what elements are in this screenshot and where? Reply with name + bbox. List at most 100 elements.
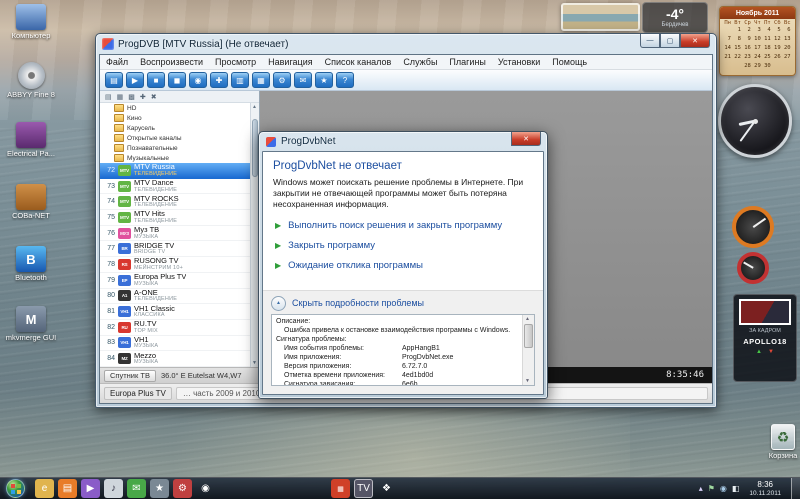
command-link[interactable]: ▶ Закрыть программу (271, 236, 537, 256)
maximize-button[interactable] (660, 34, 680, 48)
clock-center (753, 119, 758, 124)
menu-item[interactable]: Помощь (546, 57, 593, 67)
tray-clock[interactable]: 8:36 10.11.2011 (744, 480, 786, 498)
panel-tool-button[interactable]: ✖ (151, 93, 157, 101)
up-arrow-icon: ▲ (756, 349, 762, 355)
desktop-icon-recycle-bin[interactable]: ♻ Корзина (754, 424, 800, 461)
tray-icon[interactable]: ⚑ (708, 484, 715, 493)
command-link[interactable]: ▶ Ожидание отклика программы (271, 256, 537, 276)
toolbar-button[interactable]: ✚ (210, 72, 228, 88)
channel-panel-body: HD Кино Карусель (100, 103, 259, 367)
menu-item[interactable]: Плагины (443, 57, 491, 67)
taskbar-app-icon[interactable]: ◉ (196, 479, 215, 498)
menu-item[interactable]: Файл (100, 57, 134, 67)
channel-subtitle: МУЗЫКА (134, 360, 158, 366)
channel-group-row[interactable]: Познавательные (100, 143, 250, 153)
taskbar-app-icon[interactable]: ✉ (127, 479, 146, 498)
start-button[interactable] (6, 479, 25, 498)
taskbar-app-icon[interactable]: ⚙ (173, 479, 192, 498)
desktop-icon-bluetooth[interactable]: B Bluetooth (2, 246, 60, 283)
tray-icon[interactable]: ▴ (699, 484, 703, 493)
detail-value: ProgDvbNet.exe (402, 353, 453, 362)
slideshow-gadget[interactable] (561, 3, 640, 31)
panel-tool-button[interactable]: ▩ (128, 93, 135, 101)
channel-group-row[interactable]: HD (100, 103, 250, 113)
panel-tool-button[interactable]: ▤ (105, 93, 112, 101)
close-button[interactable] (680, 34, 710, 48)
channel-row[interactable]: 81 VH1 VH1 Classic КЛАССИКА (100, 304, 250, 320)
toolbar-button[interactable]: ✉ (294, 72, 312, 88)
command-link[interactable]: ▶ Выполнить поиск решения и закрыть прог… (271, 216, 537, 236)
calendar-gadget[interactable]: Ноябрь 2011 Пн Вт Ср Чт Пт Сб Вс 1 2 3 4… (719, 6, 796, 76)
taskbar-app-icon[interactable]: ▦ (331, 479, 350, 498)
clock-gadget[interactable] (718, 84, 792, 158)
minimize-button[interactable] (640, 34, 660, 48)
scrollbar-thumb[interactable] (524, 324, 533, 348)
show-desktop-button[interactable] (791, 478, 800, 499)
panel-tool-button[interactable]: ▦ (117, 93, 124, 101)
toolbar-button[interactable]: ? (336, 72, 354, 88)
desktop-icon-abbyy[interactable]: ABBYY Fine 8 (2, 62, 60, 100)
cpu-meter-gadget[interactable] (724, 206, 782, 292)
taskbar-app-icon[interactable]: e (35, 479, 54, 498)
details-expander[interactable]: ▲ Скрыть подробности проблемы (271, 294, 535, 312)
menu-item[interactable]: Навигация (262, 57, 318, 67)
menu-item[interactable]: Службы (397, 57, 443, 67)
desktop-icon-computer[interactable]: Компьютер (2, 4, 60, 41)
dialog-titlebar[interactable]: ProgDvbNet (259, 132, 547, 151)
channel-row[interactable]: 80 A1 A-ONE ТЕЛЕВИДЕНИЕ (100, 289, 250, 305)
toolbar-button[interactable]: ◼ (168, 72, 186, 88)
toolbar-button[interactable]: ▤ (105, 72, 123, 88)
taskbar-app-icon[interactable]: TV (354, 479, 373, 498)
app-icon: M (16, 306, 46, 332)
channel-row[interactable]: 73 MTV MTV Dance ТЕЛЕВИДЕНИЕ (100, 179, 250, 195)
channel-row[interactable]: 74 MTV MTV ROCKS ТЕЛЕВИДЕНИЕ (100, 194, 250, 210)
channel-group-row[interactable]: Музыкальные (100, 153, 250, 163)
menu-item[interactable]: Просмотр (209, 57, 262, 67)
channel-row[interactable]: 78 RS RUSONG TV Мейнстрим 10+ (100, 257, 250, 273)
menu-item[interactable]: Установки (492, 57, 546, 67)
tray-icon[interactable]: ◉ (720, 484, 727, 493)
channel-group-row[interactable]: Карусель (100, 123, 250, 133)
tray-time: 8:36 (749, 480, 781, 489)
toolbar-button[interactable]: ■ (147, 72, 165, 88)
channel-group-row[interactable]: Открытые каналы (100, 133, 250, 143)
channel-row[interactable]: 72 MTV MTV Russia ТЕЛЕВИДЕНИЕ (100, 163, 250, 179)
taskbar: e▤▶♪✉★⚙◉ ▦TV❖ ▴⚑◉◧ 8:36 10.11.2011 (0, 477, 800, 499)
media-gadget[interactable]: ЗА КАДРОМ APOLLO18 ▲ ▼ (733, 294, 797, 382)
channel-row[interactable]: 75 MTV MTV Hits ТЕЛЕВИДЕНИЕ (100, 210, 250, 226)
taskbar-app-icon[interactable]: ♪ (104, 479, 123, 498)
taskbar-app-icon[interactable]: ▶ (81, 479, 100, 498)
tray-icon[interactable]: ◧ (732, 484, 740, 493)
channel-row[interactable]: 83 VH1 VH1 МУЗЫКА (100, 336, 250, 352)
toolbar-button[interactable]: ▶ (126, 72, 144, 88)
desktop-icon-mkvmerge[interactable]: M mkvmerge GUI (2, 306, 60, 343)
channel-row[interactable]: 84 MZ Mezzo МУЗЫКА (100, 351, 250, 367)
channel-logo: МУЗ (118, 228, 131, 239)
toolbar-button[interactable]: ★ (315, 72, 333, 88)
dialog-close-button[interactable] (511, 132, 541, 146)
menu-item[interactable]: Воспроизвести (134, 57, 209, 67)
toolbar-button[interactable]: ◉ (189, 72, 207, 88)
desktop-icon-electrical[interactable]: Electrical Pa... (2, 122, 60, 159)
panel-tool-button[interactable]: ✚ (140, 93, 146, 101)
channel-row[interactable]: 76 МУЗ Муз ТВ МУЗЫКА (100, 226, 250, 242)
weather-gadget[interactable]: -4° Бердичев (642, 2, 708, 33)
taskbar-app-icon[interactable]: ★ (150, 479, 169, 498)
channel-logo: VH1 (118, 306, 131, 317)
source-tab[interactable]: Спутник ТВ (104, 370, 156, 382)
desktop-icon-sova[interactable]: СОВа-NET (2, 184, 60, 221)
channel-row[interactable]: 77 BR BRIDGE TV BRIDGE TV (100, 241, 250, 257)
menu-item[interactable]: Список каналов (319, 57, 398, 67)
toolbar-button[interactable]: ▥ (231, 72, 249, 88)
channel-row[interactable]: 82 RU RU.TV TOP MIX (100, 320, 250, 336)
taskbar-app-icon[interactable]: ❖ (377, 479, 396, 498)
details-scrollbar[interactable] (522, 315, 534, 385)
window-titlebar[interactable]: ProgDVB [MTV Russia] (Не отвечает) (96, 34, 716, 54)
toolbar-button[interactable]: ▦ (252, 72, 270, 88)
windows-logo-icon (17, 490, 21, 494)
toolbar-button[interactable]: ⚙ (273, 72, 291, 88)
taskbar-app-icon[interactable]: ▤ (58, 479, 77, 498)
channel-row[interactable]: 79 EP Europa Plus TV МУЗЫКА (100, 273, 250, 289)
channel-group-row[interactable]: Кино (100, 113, 250, 123)
